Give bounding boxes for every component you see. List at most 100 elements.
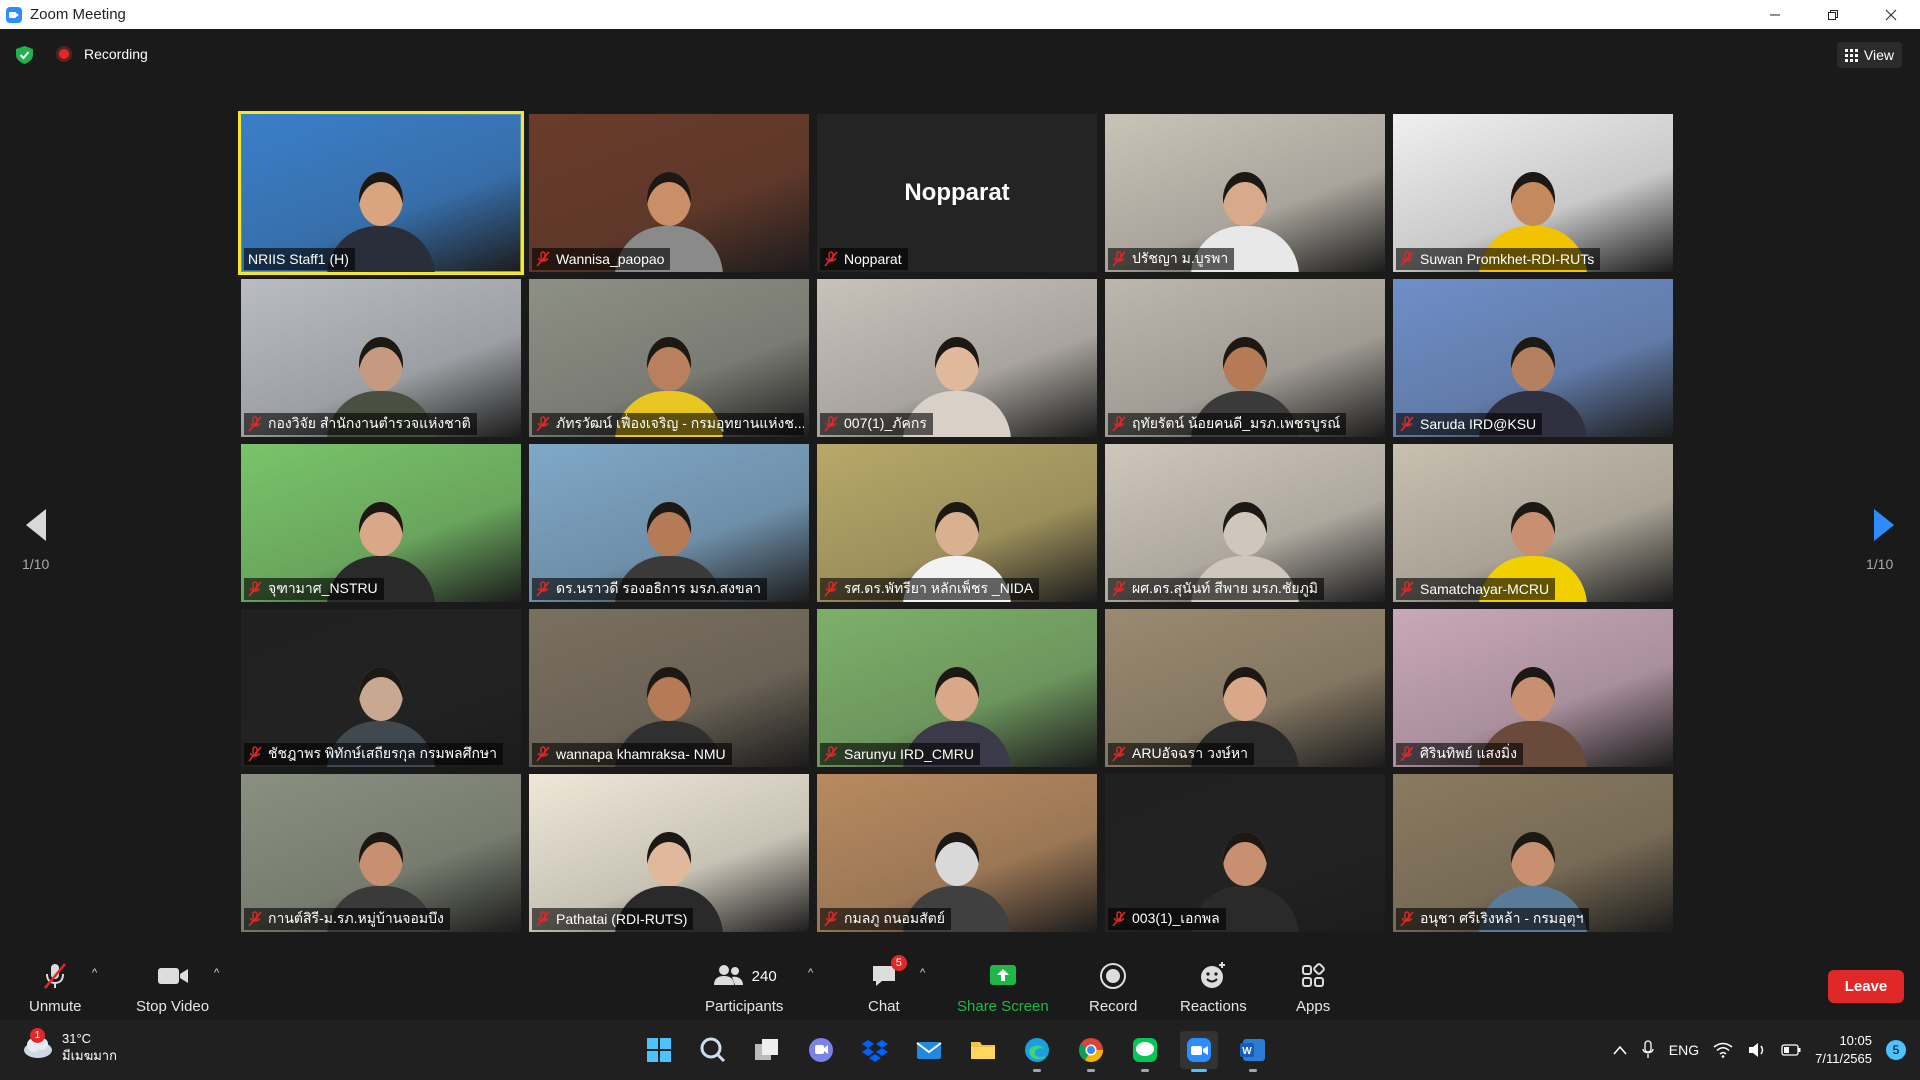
unmute-label: Unmute: [29, 998, 82, 1015]
muted-microphone-icon: [1400, 251, 1414, 267]
mail-button[interactable]: [910, 1031, 948, 1069]
unmute-button[interactable]: Unmute: [29, 961, 82, 1015]
chat-button[interactable]: 5 Chat: [868, 955, 907, 1015]
participant-video-tile[interactable]: จุฑามาศ_NSTRU: [241, 444, 521, 602]
participant-name: กานต์สิรี-ม.รภ.หมู่บ้านจอมบึง: [268, 910, 444, 926]
muted-microphone-icon: [1400, 581, 1414, 597]
notification-center-badge[interactable]: 5: [1886, 1040, 1906, 1060]
participant-video-tile[interactable]: Sarunyu IRD_CMRU: [817, 609, 1097, 767]
search-button[interactable]: [694, 1031, 732, 1069]
muted-microphone-icon: [1112, 911, 1126, 927]
file-explorer-button[interactable]: [964, 1031, 1002, 1069]
record-button[interactable]: Record: [1089, 961, 1137, 1015]
restore-icon: [1828, 9, 1838, 20]
participant-name-label: Samatchayar-MCRU: [1396, 578, 1556, 600]
battery-icon[interactable]: [1781, 1044, 1801, 1056]
participant-video-tile[interactable]: Samatchayar-MCRU: [1393, 444, 1673, 602]
windows-start-icon: [647, 1038, 671, 1062]
share-screen-button[interactable]: Share Screen: [957, 961, 1049, 1015]
muted-microphone-icon: [824, 416, 838, 432]
participant-video-tile[interactable]: กมลภู ถนอมสัตย์: [817, 774, 1097, 932]
zoom-taskbar-button[interactable]: [1180, 1031, 1218, 1072]
input-language[interactable]: ENG: [1669, 1042, 1699, 1058]
reactions-button[interactable]: Reactions: [1180, 961, 1247, 1015]
video-options-caret-icon[interactable]: ^: [214, 967, 219, 979]
participant-name: wannapa khamraksa- NMU: [556, 746, 726, 762]
participant-video-tile[interactable]: Nopparat Nopparat: [817, 114, 1097, 272]
video-gallery: NRIIS Staff1 (H) Wannisa_paopao Nopparat No…: [238, 111, 1677, 934]
participant-name-label: Sarunyu IRD_CMRU: [820, 743, 980, 765]
muted-microphone-icon: [248, 416, 262, 432]
participant-video-tile[interactable]: รศ.ดร.พัทรียา หลักเพ็ชร _NIDA: [817, 444, 1097, 602]
close-button[interactable]: [1862, 0, 1920, 29]
dropbox-button[interactable]: [856, 1031, 894, 1069]
muted-microphone-icon: [536, 416, 550, 432]
participant-video-tile[interactable]: NRIIS Staff1 (H): [238, 111, 524, 275]
participant-video-tile[interactable]: 007(1)_ภัคกร: [817, 279, 1097, 437]
audio-options-caret-icon[interactable]: ^: [92, 967, 97, 979]
muted-microphone-icon: [1112, 581, 1126, 597]
participant-name: 007(1)_ภัคกร: [844, 415, 927, 431]
security-shield-icon[interactable]: [16, 46, 33, 64]
word-app-button[interactable]: W: [1234, 1031, 1272, 1072]
minimize-icon: [1770, 14, 1780, 15]
stop-video-button[interactable]: Stop Video: [136, 961, 209, 1015]
muted-microphone-icon: [536, 581, 550, 597]
participant-video-tile[interactable]: ปรัชญา ม.บูรพา: [1105, 114, 1385, 272]
view-button[interactable]: View: [1836, 42, 1902, 68]
participant-video-tile[interactable]: ดร.นราวดี รองอธิการ มรภ.สงขลา: [529, 444, 809, 602]
edge-browser-button[interactable]: [1018, 1031, 1056, 1072]
start-button[interactable]: [640, 1031, 678, 1069]
participant-video-tile[interactable]: Wannisa_paopao: [529, 114, 809, 272]
recording-label[interactable]: Recording: [84, 46, 148, 62]
participant-video-tile[interactable]: กองวิจัย สำนักงานตำรวจแห่งชาติ: [241, 279, 521, 437]
participant-video-tile[interactable]: ผศ.ดร.สุนันท์ สีพาย มรภ.ชัยภูมิ: [1105, 444, 1385, 602]
volume-icon[interactable]: [1747, 1042, 1767, 1058]
participant-name-label: Pathatai (RDI-RUTS): [532, 908, 694, 930]
page-indicator-left: 1/10: [22, 556, 50, 572]
previous-page-arrow-icon[interactable]: [22, 505, 52, 545]
participant-video-tile[interactable]: 003(1)_เอกพล: [1105, 774, 1385, 932]
leave-button[interactable]: Leave: [1828, 970, 1904, 1003]
participant-video-tile[interactable]: ฤทัยรัตน์ น้อยคนดี_มรภ.เพชรบูรณ์: [1105, 279, 1385, 437]
task-view-button[interactable]: [748, 1031, 786, 1069]
microphone-in-use-icon[interactable]: [1641, 1040, 1655, 1060]
taskbar-clock[interactable]: 10:05 7/11/2565: [1815, 1032, 1872, 1068]
participant-video-tile[interactable]: Suwan Promkhet-RDI-RUTs: [1393, 114, 1673, 272]
participants-options-caret-icon[interactable]: ^: [808, 967, 813, 979]
participant-name: Wannisa_paopao: [556, 251, 665, 267]
participant-video-tile[interactable]: Saruda IRD@KSU: [1393, 279, 1673, 437]
participant-name-label: Nopparat: [820, 248, 908, 270]
participant-name: อนุชา ศรีเริงหล้า - กรมอุตุฯ: [1420, 910, 1584, 926]
mail-icon: [916, 1042, 942, 1059]
participant-video-tile[interactable]: ภัทรวัฒน์ เฟื่องเจริญ - กรมอุทยานแห่งช..…: [529, 279, 809, 437]
participant-video-tile[interactable]: ศิรินทิพย์ แสงมิ่ง: [1393, 609, 1673, 767]
participant-video-tile[interactable]: ชัชฎาพร พิทักษ์เสถียรกุล กรมพลศึกษา: [241, 609, 521, 767]
restore-button[interactable]: [1804, 0, 1862, 29]
teams-chat-button[interactable]: [802, 1031, 840, 1069]
chrome-browser-button[interactable]: [1072, 1031, 1110, 1072]
next-page-arrow-icon[interactable]: [1868, 505, 1898, 545]
participant-name-label: 007(1)_ภัคกร: [820, 413, 933, 435]
weather-widget[interactable]: 1 31°C มีเมฆมาก: [20, 1028, 117, 1064]
participant-name-label: จุฑามาศ_NSTRU: [244, 578, 384, 600]
line-app-button[interactable]: [1126, 1031, 1164, 1072]
participant-name: ภัทรวัฒน์ เฟื่องเจริญ - กรมอุทยานแห่งช..…: [556, 415, 804, 431]
participant-video-tile[interactable]: ARUอัจฉรา วงษ์หา: [1105, 609, 1385, 767]
chat-options-caret-icon[interactable]: ^: [920, 967, 925, 979]
participant-video-tile[interactable]: wannapa khamraksa- NMU: [529, 609, 809, 767]
participant-video-tile[interactable]: อนุชา ศรีเริงหล้า - กรมอุตุฯ: [1393, 774, 1673, 932]
recording-indicator-icon: [56, 46, 72, 62]
participant-name: Sarunyu IRD_CMRU: [844, 746, 974, 762]
muted-microphone-icon: [248, 746, 262, 762]
show-hidden-icons-chevron-up-icon[interactable]: [1613, 1045, 1627, 1055]
participant-video-tile[interactable]: Pathatai (RDI-RUTS): [529, 774, 809, 932]
minimize-button[interactable]: [1746, 0, 1804, 29]
weather-alert-badge: 1: [30, 1028, 45, 1043]
participants-button[interactable]: 240 Participants: [705, 961, 783, 1015]
participant-video-tile[interactable]: กานต์สิรี-ม.รภ.หมู่บ้านจอมบึง: [241, 774, 521, 932]
participant-name-label: กมลภู ถนอมสัตย์: [820, 908, 951, 930]
dropbox-icon: [862, 1040, 888, 1062]
wifi-icon[interactable]: [1713, 1042, 1733, 1058]
apps-button[interactable]: Apps: [1296, 961, 1330, 1015]
